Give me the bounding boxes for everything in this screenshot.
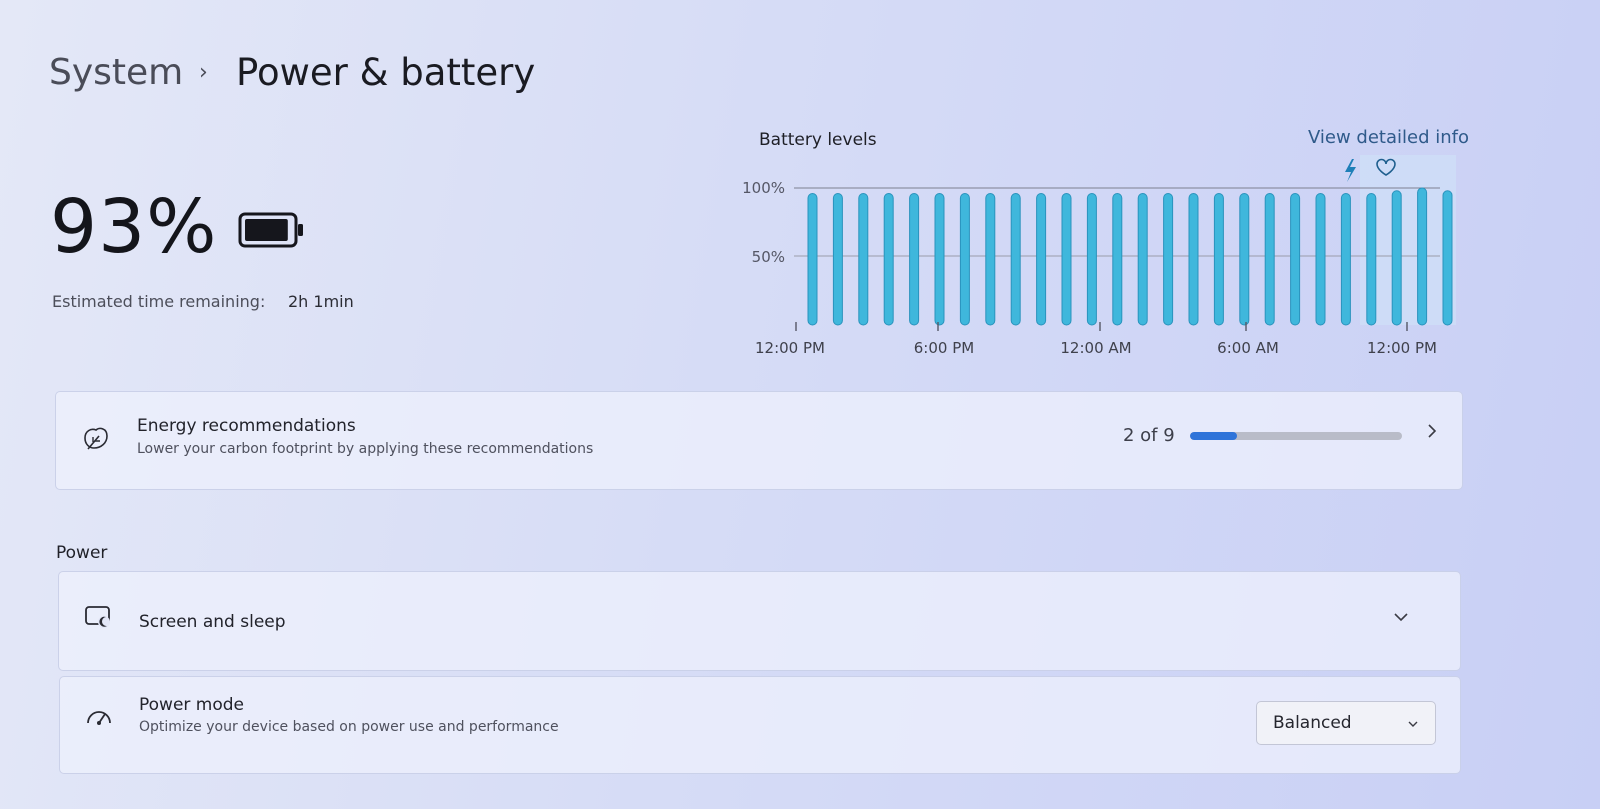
- battery-bar: [832, 192, 843, 326]
- battery-bar: [1366, 192, 1377, 326]
- chevron-down-icon[interactable]: [1393, 609, 1409, 625]
- battery-bar: [959, 192, 970, 326]
- power-mode-dropdown[interactable]: Balanced: [1256, 701, 1436, 745]
- lightning-icon: [1345, 159, 1356, 182]
- x-tick-label: 12:00 PM: [755, 339, 825, 357]
- battery-bar: [1163, 192, 1174, 326]
- battery-bar: [1061, 192, 1072, 326]
- x-tick-label: 12:00 AM: [1060, 339, 1131, 357]
- screen-sleep-title: Screen and sleep: [139, 612, 286, 632]
- breadcrumb-separator: ›: [199, 60, 208, 85]
- energy-subtitle: Lower your carbon footprint by applying …: [137, 441, 594, 457]
- gauge-icon: [87, 711, 111, 725]
- battery-bar: [1239, 192, 1250, 326]
- power-section-heading: Power: [56, 543, 108, 563]
- battery-icon: [238, 212, 303, 248]
- battery-bar: [1086, 192, 1097, 326]
- energy-title: Energy recommendations: [137, 416, 356, 436]
- battery-bar: [1010, 192, 1021, 326]
- energy-progress-bar: [1190, 432, 1402, 440]
- estimate-value: 2h 1min: [288, 292, 354, 311]
- screen-and-sleep-card[interactable]: Screen and sleep: [58, 571, 1461, 671]
- power-mode-subtitle: Optimize your device based on power use …: [139, 719, 559, 735]
- energy-progress-fill: [1190, 432, 1237, 440]
- chart-title: Battery levels: [759, 130, 877, 150]
- x-tick-label: 12:00 PM: [1367, 339, 1437, 357]
- battery-bar: [1290, 192, 1301, 326]
- leaf-icon: [84, 427, 108, 450]
- battery-bar: [807, 192, 818, 326]
- battery-bar: [883, 192, 894, 326]
- screen-sleep-icon: [85, 606, 110, 628]
- energy-recommendations-card[interactable]: Energy recommendations Lower your carbon…: [55, 391, 1463, 490]
- x-axis-labels: 12:00 PM 6:00 PM 12:00 AM 6:00 AM 12:00 …: [755, 339, 1437, 357]
- chevron-down-icon: [1408, 721, 1418, 727]
- battery-bar: [1188, 192, 1199, 326]
- power-mode-value: Balanced: [1273, 713, 1352, 733]
- page-title: Power & battery: [236, 51, 536, 94]
- battery-bar: [1036, 192, 1047, 326]
- battery-bar: [1112, 192, 1123, 326]
- battery-bar: [1137, 192, 1148, 326]
- battery-bar: [1264, 192, 1275, 326]
- power-mode-card: Power mode Optimize your device based on…: [59, 676, 1461, 774]
- power-mode-title: Power mode: [139, 695, 245, 715]
- y-tick-label-100: 100%: [742, 179, 785, 197]
- y-tick-label-50: 50%: [752, 248, 785, 266]
- battery-bar: [1442, 190, 1453, 326]
- battery-bar: [985, 192, 996, 326]
- battery-percentage: 93%: [50, 184, 218, 270]
- battery-levels-chart: 100% 50% 12:00 PM 6:00 PM 12:00 AM 6:00 …: [742, 155, 1456, 357]
- chevron-right-icon: [1428, 424, 1437, 438]
- battery-bar: [1340, 192, 1351, 326]
- x-tick-label: 6:00 PM: [914, 339, 974, 357]
- battery-bar: [934, 192, 945, 326]
- battery-bar: [858, 192, 869, 326]
- battery-bar: [1213, 192, 1224, 326]
- battery-bar: [1391, 190, 1402, 326]
- breadcrumb-system[interactable]: System: [49, 52, 183, 93]
- view-detailed-info-link[interactable]: View detailed info: [1308, 127, 1469, 148]
- battery-bar: [909, 192, 920, 326]
- battery-fill: [245, 219, 288, 241]
- energy-count: 2 of 9: [1123, 425, 1175, 446]
- estimate-label: Estimated time remaining:: [52, 292, 266, 311]
- x-tick-label: 6:00 AM: [1217, 339, 1279, 357]
- battery-bar: [1417, 187, 1428, 326]
- battery-bar: [1315, 192, 1326, 326]
